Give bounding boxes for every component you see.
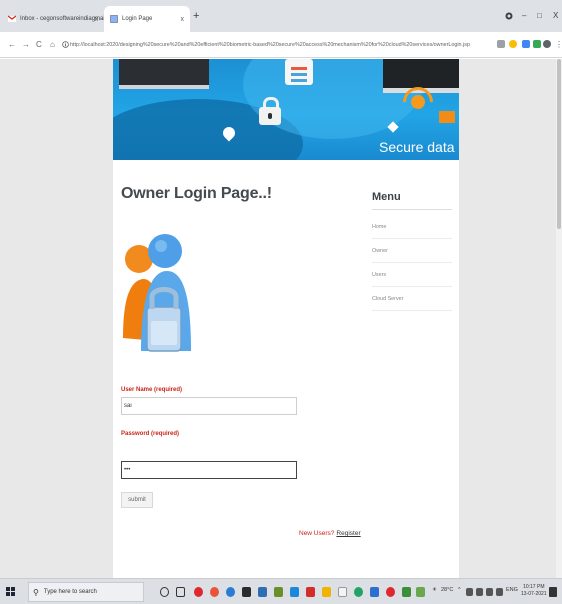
submit-button[interactable]: submit [121, 492, 153, 508]
username-input[interactable] [121, 397, 297, 415]
taskbar-search-placeholder: Type here to search [43, 589, 97, 595]
notepad-icon[interactable] [338, 587, 347, 597]
notification-icon[interactable] [549, 587, 557, 597]
page-container: Secure data ex Owner Login Page..! User … [113, 59, 459, 578]
menu-item-home[interactable]: Home [372, 215, 452, 239]
search-icon: ⚲ [33, 587, 39, 597]
app-icon-1[interactable] [258, 587, 267, 597]
more-menu-icon[interactable]: ⋮ [555, 41, 562, 49]
taskbar: ⚲ Type here to search ☀ 28°C ^ ENG 10:17… [0, 578, 562, 604]
language-indicator[interactable]: ENG [506, 587, 518, 593]
username-label: User Name (required) [121, 387, 183, 393]
app-icon-2[interactable] [274, 587, 283, 597]
home-button[interactable]: ⌂ [50, 41, 55, 49]
register-link[interactable]: Register [336, 530, 360, 537]
weather-icon[interactable]: ☀ [432, 587, 437, 593]
tray-icon-1[interactable] [466, 588, 473, 596]
mail-icon [439, 111, 455, 123]
back-button[interactable]: ← [8, 41, 16, 49]
url-field[interactable]: http://localhost:2020/designing%20secure… [70, 40, 490, 50]
scrollbar-thumb[interactable] [557, 59, 561, 229]
battery-icon[interactable] [486, 588, 493, 596]
folder-icon[interactable] [322, 587, 331, 597]
reload-button[interactable]: C [36, 41, 42, 49]
edge-icon[interactable] [226, 587, 235, 597]
app-icon-4[interactable] [306, 587, 315, 597]
info-icon[interactable] [62, 41, 69, 48]
password-input[interactable] [121, 461, 297, 479]
close-window-button[interactable]: X [553, 12, 558, 20]
menu-item-cloud-server[interactable]: Cloud Server [372, 287, 452, 311]
puzzle-icon[interactable] [533, 40, 541, 48]
browser-tab-strip: Inbox - cegonsoftwareindiagmail x Login … [0, 0, 562, 32]
address-bar: ← → C ⌂ http://localhost:2020/designing%… [0, 32, 562, 58]
new-tab-button[interactable]: + [193, 11, 199, 22]
document-illustration [285, 59, 313, 85]
gmail-icon [8, 15, 16, 22]
page-viewport: Secure data ex Owner Login Page..! User … [0, 59, 562, 578]
page-icon [110, 15, 118, 23]
app-icon-6[interactable] [370, 587, 379, 597]
banner-text: Secure data ex [379, 139, 459, 155]
menu-title: Menu [372, 191, 401, 203]
tab-login-page-close-icon[interactable]: x [181, 16, 185, 23]
clock-date: 13-07-2021 [521, 591, 547, 597]
tab-inbox-label: Inbox - cegonsoftwareindiagmail [20, 16, 107, 22]
account-icon[interactable] [543, 40, 551, 48]
new-users-text: New Users? [299, 530, 335, 537]
app-icon-3[interactable] [290, 587, 299, 597]
opera-gx-icon[interactable] [386, 587, 395, 597]
tab-login-page[interactable]: Login Page x [104, 6, 190, 32]
app-icon-8[interactable] [416, 587, 425, 597]
clock-time: 10:17 PM [523, 584, 545, 590]
key-icon[interactable] [497, 40, 505, 48]
weather-temperature[interactable]: 28°C [441, 587, 453, 593]
windows-start-icon[interactable] [6, 587, 16, 597]
forward-button[interactable]: → [22, 41, 30, 49]
clock[interactable]: 10:17 PM 13-07-2021 [521, 584, 547, 598]
menu-item-users[interactable]: Users [372, 263, 452, 287]
star-icon[interactable] [509, 40, 517, 48]
new-users-prompt: New Users? Register [299, 530, 361, 537]
tab-login-page-label: Login Page [122, 16, 153, 22]
padlock-icon [259, 97, 281, 125]
app-icon-7[interactable] [402, 587, 411, 597]
laptop-illustration [119, 59, 209, 89]
minimize-button[interactable]: – [522, 12, 526, 20]
opera-icon[interactable] [194, 587, 203, 597]
profile-icon[interactable] [505, 12, 513, 20]
app-icon-5[interactable] [354, 587, 363, 597]
tab-inbox-close-icon[interactable]: x [95, 16, 99, 23]
menu-item-owner[interactable]: Owner [372, 239, 452, 263]
store-icon[interactable] [242, 587, 251, 597]
taskbar-search[interactable]: ⚲ Type here to search [28, 582, 144, 602]
tray-chevron-icon[interactable]: ^ [458, 587, 461, 593]
chrome-icon[interactable] [210, 587, 219, 597]
page-title: Owner Login Page..! [121, 185, 272, 202]
volume-icon[interactable] [496, 588, 503, 596]
menu-divider [372, 209, 452, 210]
header-banner: Secure data ex [113, 59, 459, 160]
extension-icon[interactable] [522, 40, 530, 48]
tray-icon-2[interactable] [476, 588, 483, 596]
task-view-icon[interactable] [176, 587, 185, 597]
scrollbar[interactable] [556, 59, 562, 578]
cortana-icon[interactable] [160, 587, 169, 597]
secure-user-icon [123, 234, 191, 352]
password-label: Password (required) [121, 431, 180, 437]
maximize-button[interactable]: □ [537, 12, 542, 20]
tab-inbox[interactable]: Inbox - cegonsoftwareindiagmail x [2, 6, 107, 32]
